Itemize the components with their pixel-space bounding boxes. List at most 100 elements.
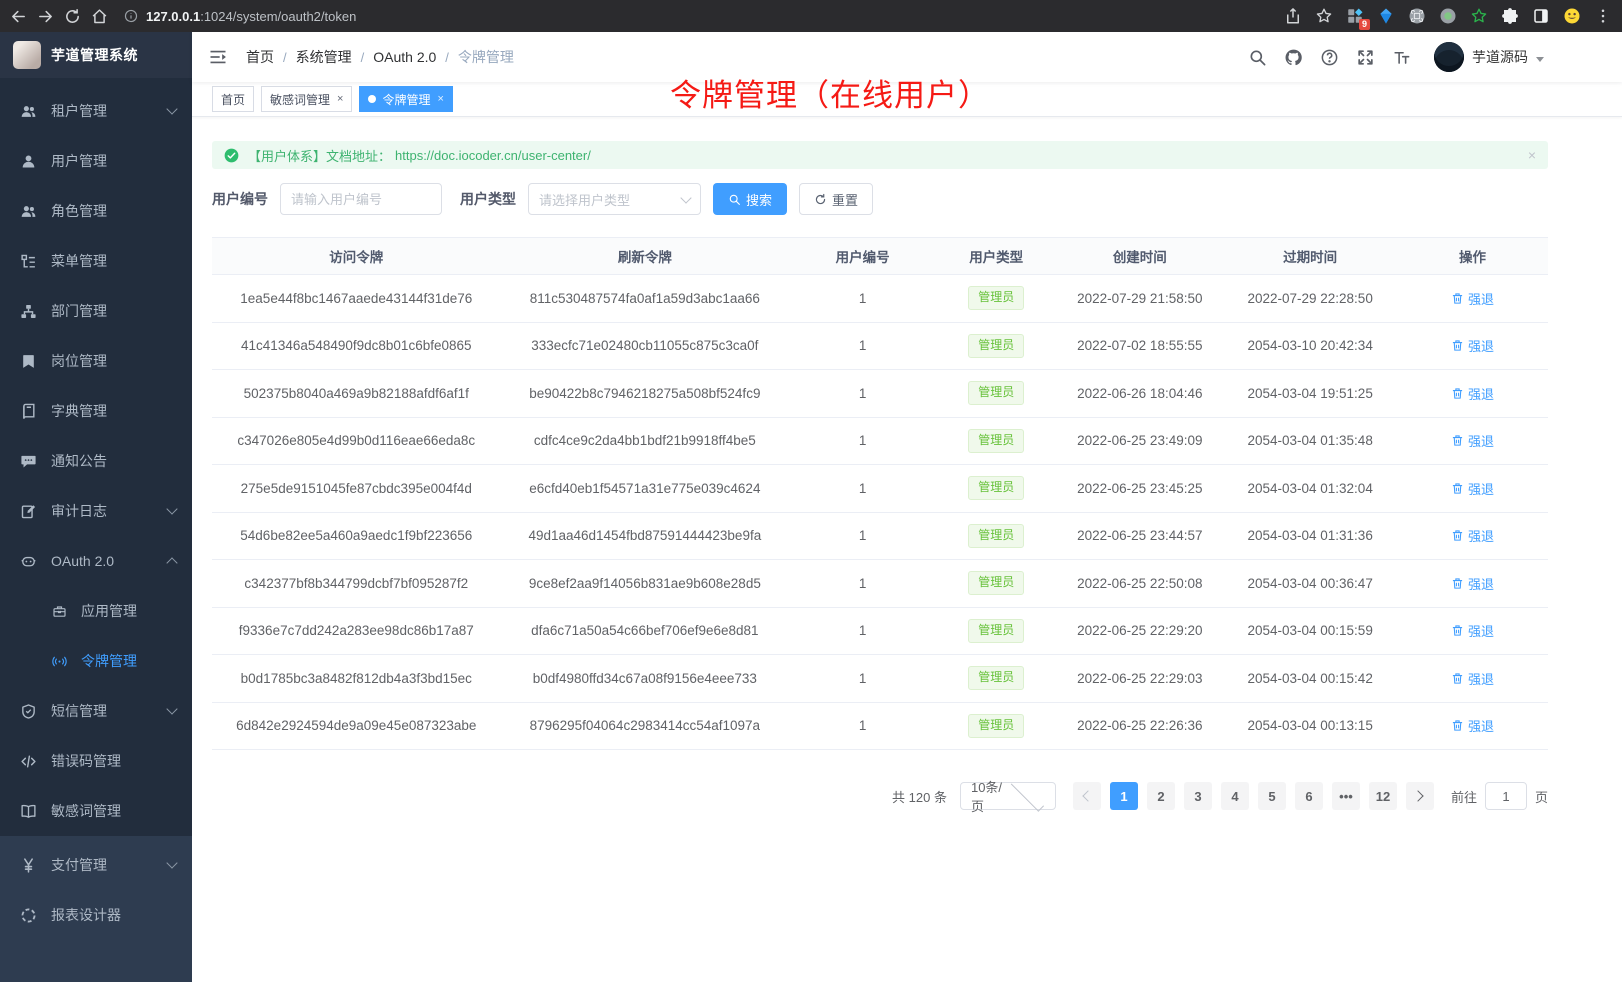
force-logout-button[interactable]: 强退 [1451,669,1494,688]
address-bar[interactable]: 127.0.0.1:1024/system/oauth2/token [124,9,356,24]
forward-icon[interactable] [37,8,54,25]
sidebar-item-label: 敏感词管理 [51,801,121,821]
sidebar-item[interactable]: 字典管理 [0,386,192,436]
search-form: 用户编号 用户类型 请选择用户类型 搜索 重置 [212,183,1548,215]
sidebar-item[interactable]: 应用管理 [0,586,192,636]
breadcrumb-item[interactable]: 令牌管理 [458,47,514,67]
edit-icon [20,503,37,520]
force-logout-button[interactable]: 强退 [1451,336,1494,355]
search-icon[interactable] [1248,48,1267,67]
menu-dots-icon[interactable] [1594,7,1612,25]
green-star-icon[interactable] [1470,7,1488,25]
trash-icon [1451,339,1464,352]
tab-close-icon[interactable]: × [337,94,343,105]
bookmark-star-icon[interactable] [1315,7,1333,25]
page-number-button[interactable]: 5 [1258,782,1286,810]
main-area: 令牌管理（在线用户） 首页 / 系统管理 / OAuth 2.0 / 令牌管理 [192,32,1622,982]
breadcrumb-item[interactable]: OAuth 2.0 [373,49,436,65]
home-icon[interactable] [91,8,108,25]
page-number-button[interactable]: ••• [1332,782,1360,810]
user-id-input[interactable] [280,183,442,215]
force-logout-button[interactable]: 强退 [1451,384,1494,403]
page-number-button[interactable]: 1 [1110,782,1138,810]
view-tab[interactable]: 敏感词管理 × [261,86,352,112]
doc-link[interactable]: https://doc.iocoder.cn/user-center/ [395,148,591,163]
sidebar-item[interactable]: 错误码管理 [0,736,192,786]
sidebar-item[interactable]: 短信管理 [0,686,192,736]
extensions-grid-icon[interactable]: 9 [1346,7,1364,25]
sidebar-item[interactable]: 岗位管理 [0,336,192,386]
expires-cell: 2054-03-04 00:15:42 [1223,671,1397,686]
record-circle-icon[interactable] [1439,7,1457,25]
force-logout-button[interactable]: 强退 [1451,431,1494,450]
sidebar-item[interactable]: 租户管理 [0,86,192,136]
font-size-icon[interactable] [1392,48,1411,67]
sidebar-fold-icon[interactable] [208,47,228,67]
force-logout-button[interactable]: 强退 [1451,716,1494,735]
page-number-button[interactable]: 2 [1147,782,1175,810]
user-avatar[interactable] [1434,42,1464,72]
back-icon[interactable] [10,8,27,25]
breadcrumb-item[interactable]: 系统管理 [296,47,352,67]
force-logout-button[interactable]: 强退 [1451,574,1494,593]
user-id-cell: 1 [789,433,936,448]
next-page-button[interactable] [1406,782,1434,810]
view-tab[interactable]: 首页 [212,86,254,112]
token-table: 访问令牌 刷新令牌 用户编号 用户类型 创建时间 过期时间 操作 1ea5e44… [212,237,1548,750]
sidebar-item[interactable]: 通知公告 [0,436,192,486]
sidebar-item[interactable]: 令牌管理 [0,636,192,686]
command-circle-icon[interactable] [1408,7,1426,25]
view-tab[interactable]: 令牌管理 × [359,86,452,112]
force-logout-button[interactable]: 强退 [1451,289,1494,308]
sidebar-item[interactable]: 菜单管理 [0,236,192,286]
puzzle-icon[interactable] [1501,7,1519,25]
caret-down-icon [1536,57,1544,62]
breadcrumb-item[interactable]: 首页 [246,47,274,67]
fullscreen-icon[interactable] [1356,48,1375,67]
user-type-cell: 管理员 [936,429,1056,453]
prev-page-button[interactable] [1073,782,1101,810]
sidebar-item[interactable]: 用户管理 [0,136,192,186]
goto-page-input[interactable] [1485,782,1527,810]
user-menu[interactable]: 芋道源码 [1434,42,1544,72]
reload-icon[interactable] [64,8,81,25]
post-tag-icon [20,353,37,370]
sidebar-item[interactable]: 审计日志 [0,486,192,536]
sidebar-item-label: 部门管理 [51,301,107,321]
force-logout-button[interactable]: 强退 [1451,526,1494,545]
page-number-button[interactable]: 4 [1221,782,1249,810]
breadcrumb: 首页 / 系统管理 / OAuth 2.0 / 令牌管理 [246,47,532,67]
page-info-icon[interactable] [124,9,138,23]
search-button[interactable]: 搜索 [713,183,787,215]
refresh-icon [814,193,827,206]
user-type-select[interactable]: 请选择用户类型 [528,183,701,215]
created-cell: 2022-06-25 23:45:25 [1056,481,1223,496]
profile-emoji-icon[interactable] [1563,7,1581,25]
user-id-cell: 1 [789,623,936,638]
page-number-button[interactable]: 12 [1369,782,1397,810]
page-size-select[interactable]: 10条/页 [960,782,1056,810]
sidebar-item[interactable]: 角色管理 [0,186,192,236]
sidebar-item[interactable]: OAuth 2.0 [0,536,192,586]
view-tab-label: 首页 [221,91,245,108]
help-icon[interactable] [1320,48,1339,67]
app-title: 芋道管理系统 [51,45,138,65]
page-number-button[interactable]: 3 [1184,782,1212,810]
split-window-icon[interactable] [1532,7,1550,25]
gem-icon[interactable] [1377,7,1395,25]
sidebar-item[interactable]: 敏感词管理 [0,786,192,836]
sidebar-item[interactable]: 部门管理 [0,286,192,336]
force-logout-button[interactable]: 强退 [1451,479,1494,498]
tab-close-icon[interactable]: × [437,94,443,105]
page-number-button[interactable]: 6 [1295,782,1323,810]
reset-button[interactable]: 重置 [799,183,873,215]
alert-close-icon[interactable]: × [1528,148,1536,162]
github-icon[interactable] [1284,48,1303,67]
sidebar-item[interactable]: 报表设计器 [0,890,192,940]
browser-extension-icons: 9 [1284,7,1612,25]
app-logo[interactable]: 芋道管理系统 [0,32,192,78]
user-name: 芋道源码 [1472,47,1528,67]
force-logout-button[interactable]: 强退 [1451,621,1494,640]
share-icon[interactable] [1284,7,1302,25]
sidebar-item[interactable]: 支付管理 [0,840,192,890]
